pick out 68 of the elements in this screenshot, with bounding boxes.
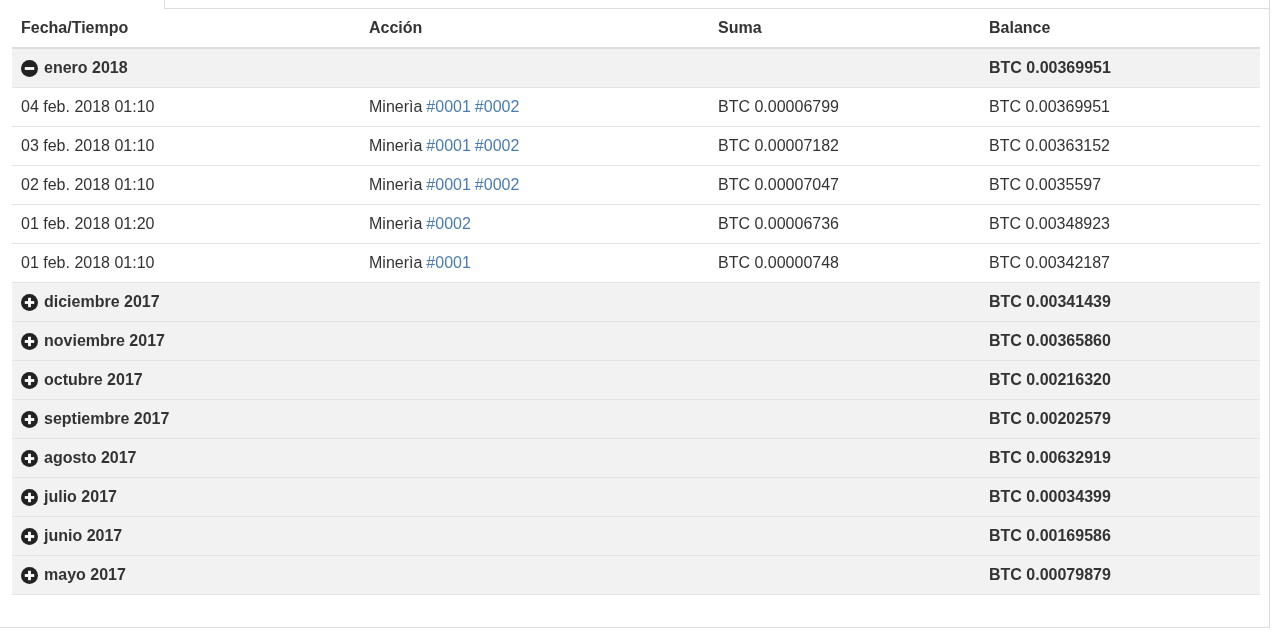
month-group-row[interactable]: julio 2017 BTC 0.00034399 — [12, 478, 1260, 517]
column-header: Acción — [369, 19, 423, 37]
month-label: julio 2017 — [44, 488, 117, 506]
month-label: mayo 2017 — [44, 566, 126, 584]
expand-icon[interactable] — [21, 371, 38, 389]
month-label: junio 2017 — [44, 527, 123, 545]
balance-total: BTC 0.00079879 — [989, 566, 1111, 584]
expand-icon[interactable] — [21, 449, 38, 467]
month-label: diciembre 2017 — [44, 293, 160, 311]
month-label: agosto 2017 — [44, 449, 137, 467]
month-label: octubre 2017 — [44, 371, 143, 389]
action-label: Minerìa — [369, 215, 423, 233]
balance-total: BTC 0.00169586 — [989, 527, 1111, 545]
table-cell: BTC 0.00007047 — [718, 176, 839, 194]
action-label: Minerìa — [369, 254, 423, 272]
column-header: Fecha/Tiempo — [21, 19, 129, 37]
link[interactable]: #0001 — [426, 176, 471, 194]
table-cell: BTC 0.00342187 — [989, 254, 1110, 272]
table-cell: 04 feb. 2018 01:10 — [21, 98, 155, 116]
table-cell: 01 feb. 2018 01:10 — [21, 254, 155, 272]
table-cell: BTC 0.00006736 — [718, 215, 839, 233]
month-group-row[interactable]: agosto 2017 BTC 0.00632919 — [12, 439, 1260, 478]
expand-icon[interactable] — [21, 293, 38, 311]
month-group-row[interactable]: septiembre 2017 BTC 0.00202579 — [12, 400, 1260, 439]
expand-icon[interactable] — [21, 488, 38, 506]
table-cell: BTC 0.00000748 — [718, 254, 839, 272]
expand-icon[interactable] — [21, 332, 38, 350]
balance-total: BTC 0.00034399 — [989, 488, 1111, 506]
expand-icon[interactable] — [21, 527, 38, 545]
link[interactable]: #0001 — [426, 98, 471, 116]
table-cell: BTC 0.00369951 — [989, 98, 1110, 116]
balance-total: BTC 0.00369951 — [989, 59, 1111, 77]
column-header: Suma — [718, 19, 762, 37]
table-cell: BTC 0.00363152 — [989, 137, 1110, 155]
table-cell: 03 feb. 2018 01:10 — [21, 137, 155, 155]
balance-total: BTC 0.00202579 — [989, 410, 1111, 428]
table-cell: BTC 0.00007182 — [718, 137, 839, 155]
expand-icon[interactable] — [21, 566, 38, 584]
link[interactable]: #0002 — [426, 215, 471, 233]
month-label: noviembre 2017 — [44, 332, 165, 350]
month-group-row[interactable]: junio 2017 BTC 0.00169586 — [12, 517, 1260, 556]
month-group-row[interactable]: diciembre 2017 BTC 0.00341439 — [12, 283, 1260, 322]
collapse-icon[interactable] — [21, 59, 38, 77]
month-group-row[interactable]: octubre 2017 BTC 0.00216320 — [12, 361, 1260, 400]
month-group-row[interactable]: enero 2018 BTC 0.00369951 — [12, 49, 1260, 88]
month-label: enero 2018 — [44, 59, 128, 77]
action-label: Minerìa — [369, 137, 423, 155]
table-cell: BTC 0.00348923 — [989, 215, 1110, 233]
balance-total: BTC 0.00632919 — [989, 449, 1111, 467]
link[interactable]: #0001 — [426, 254, 471, 272]
table-cell: BTC 0.00006799 — [718, 98, 839, 116]
column-header: Balance — [989, 19, 1051, 37]
link[interactable]: #0002 — [474, 176, 520, 194]
action-label: Minerìa — [369, 98, 423, 116]
month-group-row[interactable]: noviembre 2017 BTC 0.00365860 — [12, 322, 1260, 361]
month-group-row[interactable]: mayo 2017 BTC 0.00079879 — [12, 556, 1260, 595]
link[interactable]: #0002 — [474, 98, 520, 116]
balance-total: BTC 0.00341439 — [989, 293, 1111, 311]
table-cell: 01 feb. 2018 01:20 — [21, 215, 155, 233]
table-cell: 02 feb. 2018 01:10 — [21, 176, 155, 194]
table-cell: BTC 0.0035597 — [989, 176, 1102, 194]
link[interactable]: #0001 — [426, 137, 471, 155]
month-label: septiembre 2017 — [44, 410, 170, 428]
expand-icon[interactable] — [21, 410, 38, 428]
link[interactable]: #0002 — [474, 137, 520, 155]
balance-total: BTC 0.00365860 — [989, 332, 1111, 350]
action-label: Minerìa — [369, 176, 423, 194]
balance-total: BTC 0.00216320 — [989, 371, 1111, 389]
